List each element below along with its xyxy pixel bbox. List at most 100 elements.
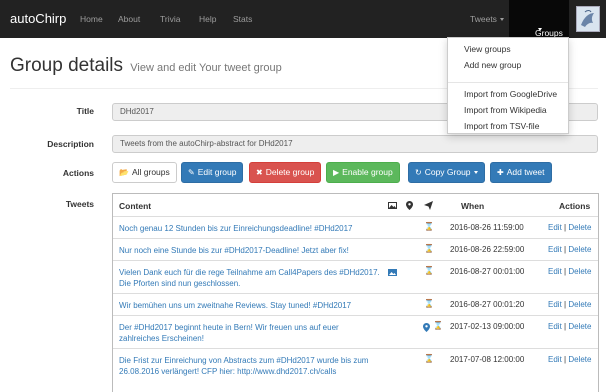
actions-separator: | — [564, 267, 567, 276]
delete-link[interactable]: Delete — [568, 223, 591, 232]
row-actions: Edit | Delete — [548, 322, 591, 331]
edit-group-label: Edit group — [197, 167, 237, 177]
nav-help[interactable]: Help — [199, 14, 216, 24]
add-tweet-button[interactable]: ✚ Add tweet — [490, 162, 552, 183]
tweet-when: 2017-07-08 12:00:00 — [450, 355, 525, 364]
menu-item-import-wikipedia[interactable]: Import from Wikipedia — [464, 105, 547, 115]
hourglass-icon: ⌛ — [424, 244, 434, 253]
tweet-content[interactable]: Der #DHd2017 beginnt heute in Bern! Wir … — [119, 322, 381, 344]
actions-separator: | — [564, 245, 567, 254]
edit-link[interactable]: Edit — [548, 322, 562, 331]
menu-item-add-new-group[interactable]: Add new group — [464, 60, 521, 70]
image-icon — [388, 269, 397, 276]
send-icon — [424, 201, 433, 210]
edit-group-button[interactable]: ✎ Edit group — [181, 162, 244, 183]
all-groups-button[interactable]: 📂 All groups — [112, 162, 177, 183]
groups-dropdown-menu: View groups Add new group Import from Go… — [447, 37, 569, 134]
actions-separator: | — [564, 322, 567, 331]
brand-logo[interactable]: autoChirp — [10, 11, 66, 26]
bird-logo-icon — [581, 10, 594, 27]
page-title: Group details View and edit Your tweet g… — [10, 55, 282, 77]
page-title-text: Group details — [10, 55, 124, 76]
row-actions: Edit | Delete — [548, 300, 591, 309]
navbar: autoChirp Home About Trivia Help Stats T… — [0, 0, 606, 38]
actions-separator: | — [564, 223, 567, 232]
nav-groups-dropdown[interactable]: Groups — [509, 0, 569, 38]
map-marker-icon — [406, 201, 413, 210]
delete-link[interactable]: Delete — [568, 322, 591, 331]
description-label: Description — [47, 139, 94, 149]
row-actions: Edit | Delete — [548, 267, 591, 276]
menu-item-import-googledrive[interactable]: Import from GoogleDrive — [464, 89, 557, 99]
enable-group-label: Enable group — [342, 167, 393, 177]
image-icon — [388, 202, 397, 209]
folder-open-icon: 📂 — [119, 168, 129, 177]
column-header-when: When — [461, 201, 485, 211]
hourglass-icon: ⌛ — [424, 266, 434, 275]
column-header-content: Content — [119, 201, 152, 211]
actions-separator: | — [564, 355, 567, 364]
actions-separator: | — [564, 300, 567, 309]
nav-trivia[interactable]: Trivia — [160, 14, 180, 24]
delete-link[interactable]: Delete — [568, 267, 591, 276]
hourglass-icon: ⌛ — [433, 321, 443, 330]
delete-link[interactable]: Delete — [568, 245, 591, 254]
title-label: Title — [76, 106, 94, 116]
table-row: Nur noch eine Stunde bis zur #DHd2017-De… — [113, 238, 598, 260]
row-actions: Edit | Delete — [548, 245, 591, 254]
hourglass-icon: ⌛ — [424, 354, 434, 363]
edit-link[interactable]: Edit — [548, 223, 562, 232]
tweet-content[interactable]: Noch genau 12 Stunden bis zur Einreichun… — [119, 223, 381, 234]
delete-link[interactable]: Delete — [568, 355, 591, 364]
tweet-content[interactable]: Wir bemühen uns um zweitnahe Reviews. St… — [119, 300, 381, 311]
delete-group-label: Delete group — [265, 167, 315, 177]
chevron-down-icon — [538, 28, 542, 31]
refresh-icon: ↻ — [415, 168, 422, 177]
table-row: Der #DHd2017 beginnt heute in Bern! Wir … — [113, 315, 598, 348]
copy-group-button[interactable]: ↻ Copy Group — [408, 162, 485, 183]
edit-link[interactable]: Edit — [548, 300, 562, 309]
tweets-label: Tweets — [65, 199, 94, 209]
dropdown-divider — [448, 82, 568, 83]
tweet-when: 2017-02-13 09:00:00 — [450, 322, 525, 331]
nav-about[interactable]: About — [118, 14, 140, 24]
tweets-table: Content When Actions Noch genau 12 Stund… — [112, 193, 599, 392]
table-row: Die Frist zur Einreichung von Abstracts … — [113, 348, 598, 392]
close-icon: ✖ — [256, 168, 263, 177]
plus-icon: ✚ — [497, 168, 504, 177]
tweet-when: 2016-08-26 11:59:00 — [450, 223, 524, 232]
edit-link[interactable]: Edit — [548, 267, 562, 276]
nav-home[interactable]: Home — [80, 14, 103, 24]
nav-tweets-label: Tweets — [470, 14, 497, 24]
nav-stats[interactable]: Stats — [233, 14, 252, 24]
enable-group-button[interactable]: ▶ Enable group — [326, 162, 400, 183]
table-row: Noch genau 12 Stunden bis zur Einreichun… — [113, 216, 598, 238]
tweet-content[interactable]: Die Frist zur Einreichung von Abstracts … — [119, 355, 381, 377]
table-row: Wir bemühen uns um zweitnahe Reviews. St… — [113, 293, 598, 315]
tweet-when: 2016-08-27 00:01:00 — [450, 267, 525, 276]
edit-link[interactable]: Edit — [548, 245, 562, 254]
delete-group-button[interactable]: ✖ Delete group — [249, 162, 322, 183]
menu-item-view-groups[interactable]: View groups — [464, 44, 511, 54]
tweet-when: 2016-08-27 00:01:20 — [450, 300, 525, 309]
tweet-content[interactable]: Nur noch eine Stunde bis zur #DHd2017-De… — [119, 245, 381, 256]
chevron-down-icon — [499, 18, 504, 22]
page-subtitle: View and edit Your tweet group — [130, 62, 282, 74]
hourglass-icon: ⌛ — [424, 222, 434, 231]
menu-item-import-tsv[interactable]: Import from TSV-file — [464, 121, 539, 131]
row-actions: Edit | Delete — [548, 355, 591, 364]
pencil-icon: ✎ — [188, 168, 195, 177]
play-icon: ▶ — [333, 168, 340, 177]
nav-tweets-dropdown[interactable]: Tweets — [470, 14, 504, 24]
edit-link[interactable]: Edit — [548, 355, 562, 364]
avatar[interactable] — [576, 6, 600, 32]
tweet-when: 2016-08-26 22:59:00 — [450, 245, 525, 254]
all-groups-label: All groups — [131, 167, 170, 177]
description-field: Tweets from the autoChirp-abstract for D… — [112, 135, 598, 153]
add-tweet-label: Add tweet — [506, 167, 545, 177]
map-marker-icon — [423, 323, 430, 332]
actions-label: Actions — [62, 168, 94, 178]
column-header-actions: Actions — [559, 201, 591, 211]
tweet-content[interactable]: Vielen Dank euch für die rege Teilnahme … — [119, 267, 381, 289]
delete-link[interactable]: Delete — [568, 300, 591, 309]
